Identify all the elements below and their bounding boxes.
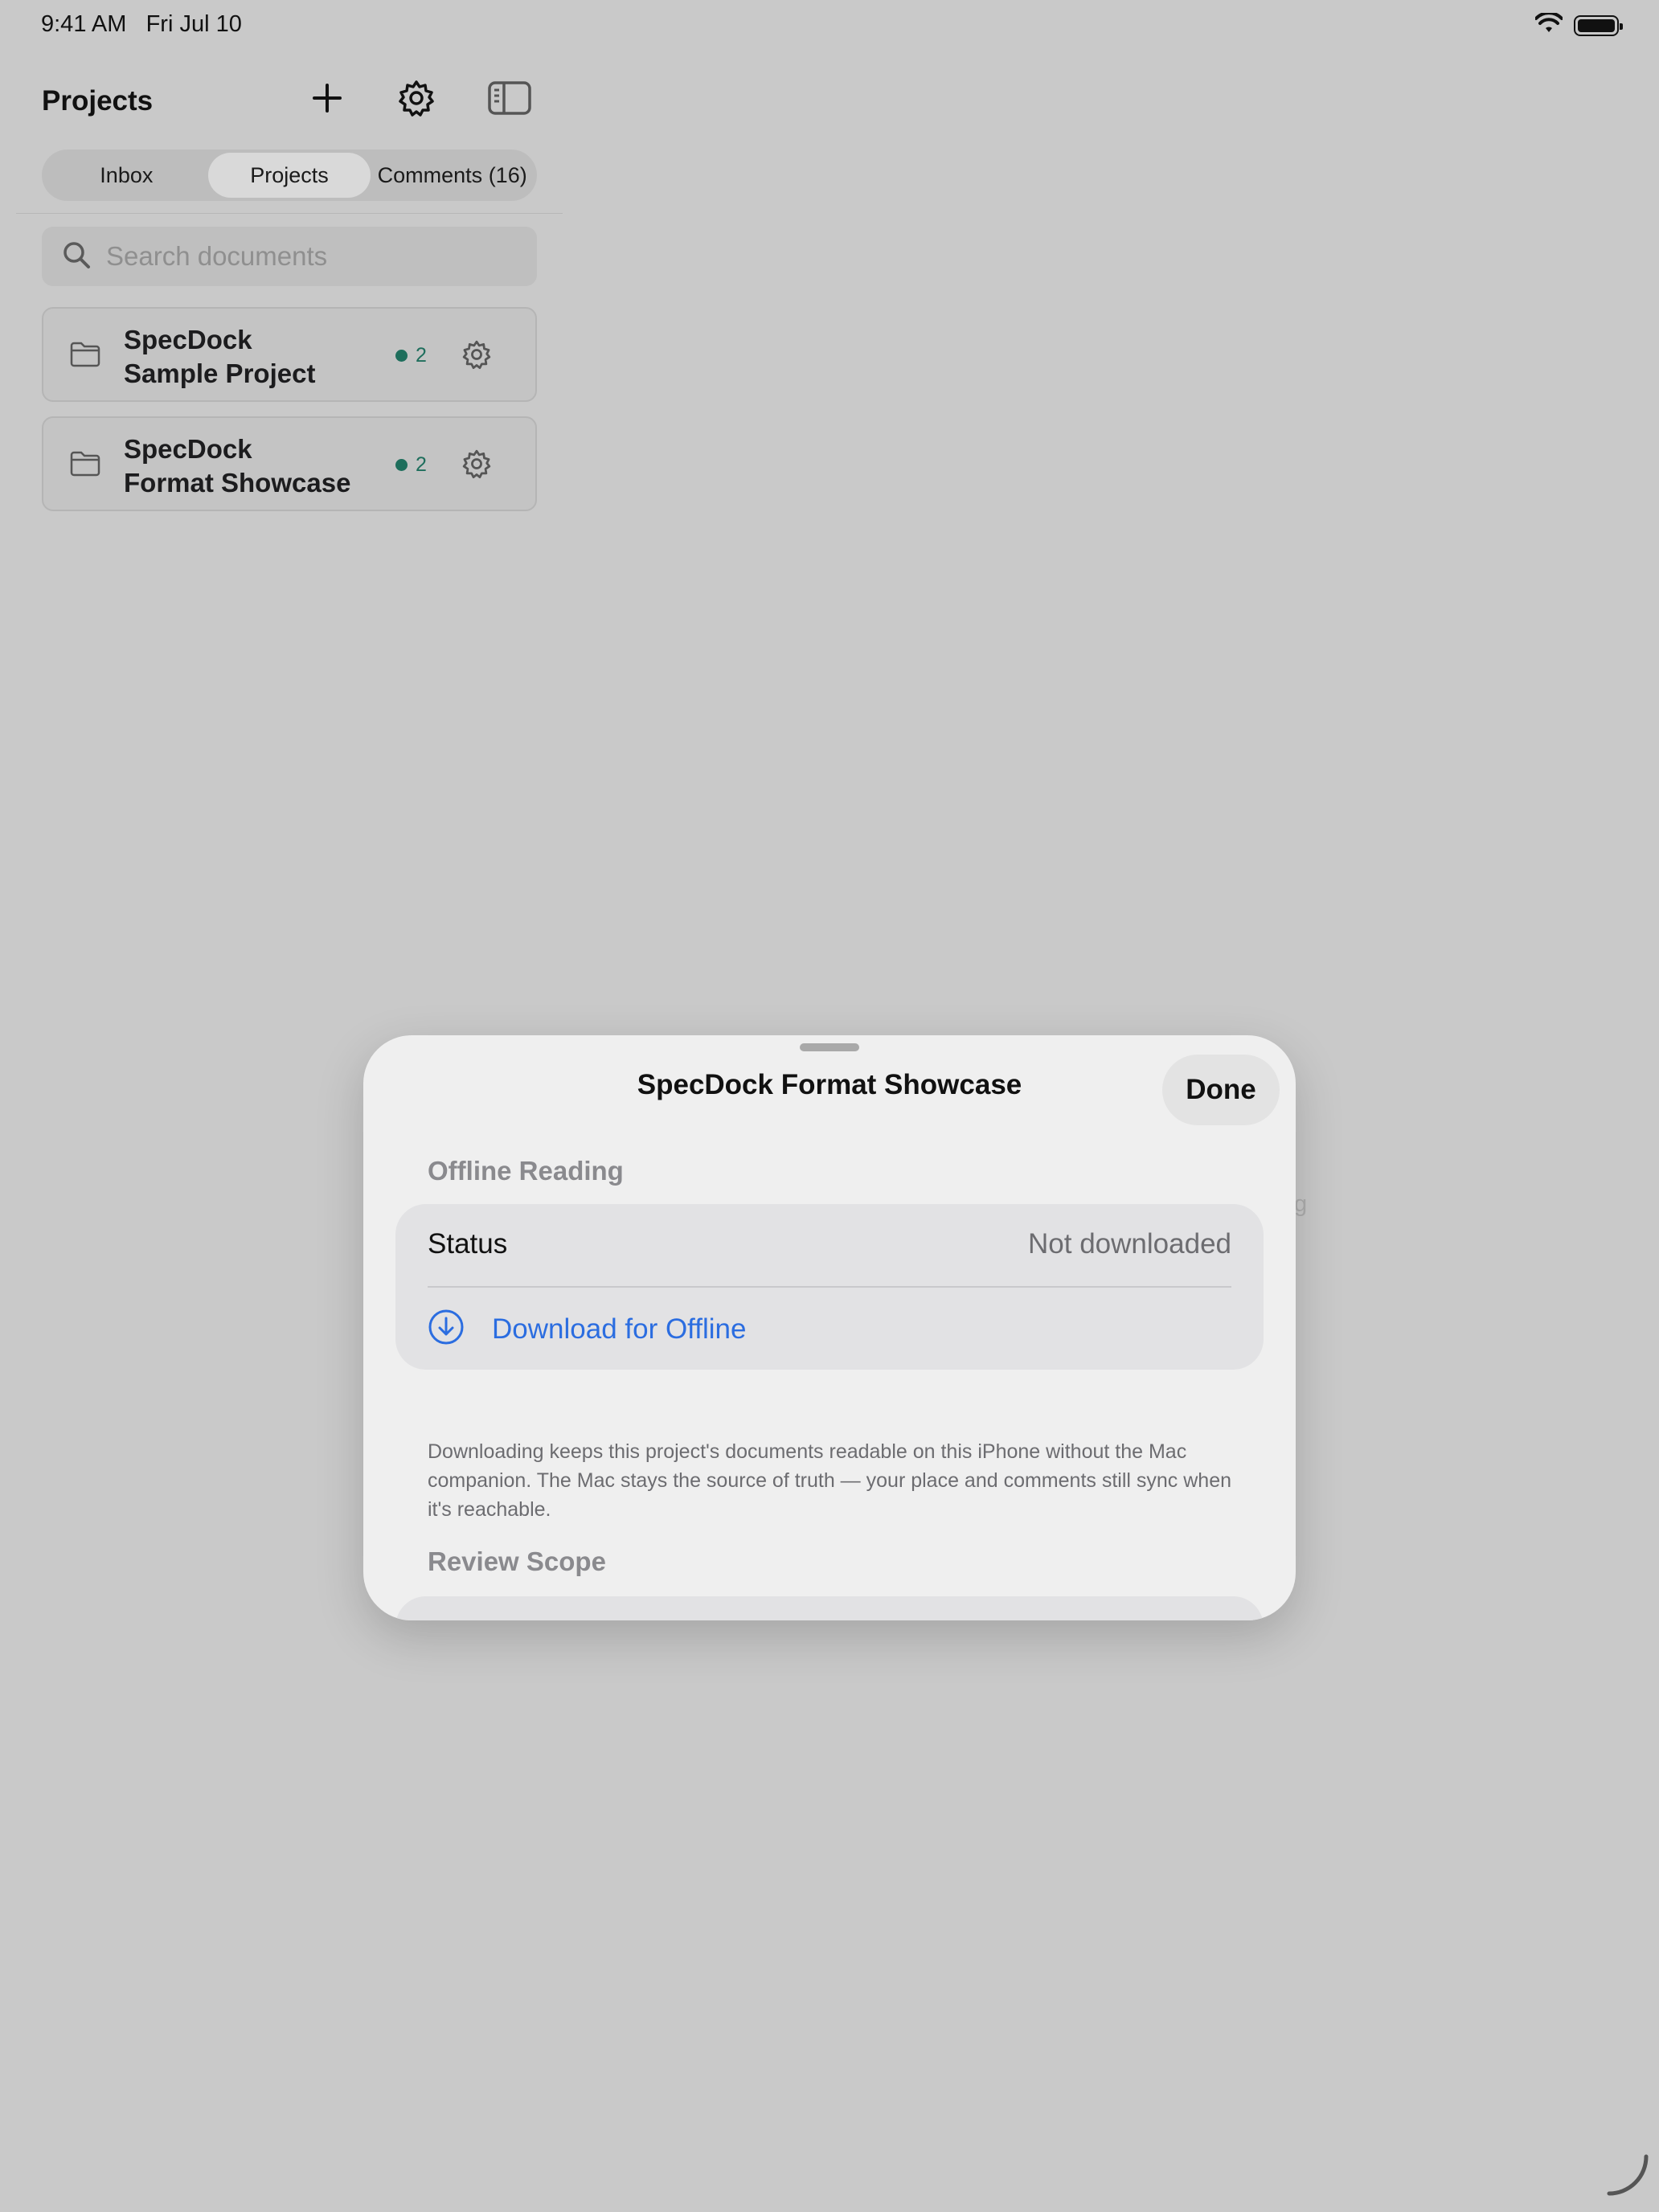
sidebar-header: Projects [42,68,540,132]
status-dot [395,459,408,471]
status-date-text: Fri Jul 10 [145,11,242,37]
status-dot [395,350,408,362]
divider [16,213,563,214]
gear-icon[interactable] [461,339,492,374]
download-circle-icon [428,1309,465,1350]
section-header-offline: Offline Reading [428,1156,624,1186]
segment-inbox[interactable]: Inbox [45,153,208,198]
project-name-line1: SpecDock [124,325,252,354]
status-time: 9:41 AM Fri Jul 10 [41,11,242,38]
project-settings-sheet: SpecDock Format Showcase Done Offline Re… [363,1035,1296,1620]
segmented-control: Inbox Projects Comments (16) [42,150,537,201]
sheet-grabber[interactable] [800,1043,859,1051]
resize-corner-indicator [1603,2150,1651,2202]
sheet-title: SpecDock Format Showcase [637,1069,1022,1100]
search-placeholder: Search documents [106,241,328,271]
gear-icon[interactable] [461,449,492,483]
sidebar-title: Projects [42,85,154,117]
status-value: Not downloaded [1028,1228,1231,1260]
segment-projects[interactable]: Projects [207,153,371,198]
status-bar: 9:41 AM Fri Jul 10 [0,0,1659,51]
wifi-icon [1534,11,1563,38]
app-screen: 9:41 AM Fri Jul 10 Projects Inbox Projec… [0,0,1659,2212]
sidebar-toggle-icon [488,80,531,119]
project-row[interactable]: SpecDock Format Showcase 2 [42,416,537,511]
offline-footnote: Downloading keeps this project's documen… [428,1440,1231,1521]
project-name-line2: Sample Project [124,358,316,388]
download-offline-button[interactable]: Download for Offline [428,1309,746,1350]
settings-button[interactable] [392,76,440,124]
project-row[interactable]: SpecDock Sample Project 2 [42,307,537,402]
project-name-line2: Format Showcase [124,468,351,498]
project-count: 2 [416,453,427,476]
gear-icon [397,79,436,121]
download-label: Download for Offline [492,1313,747,1345]
sidebar-toggle-button[interactable] [485,76,534,124]
project-name-line1: SpecDock [124,434,252,464]
folder-icon [69,450,101,481]
segment-comments[interactable]: Comments (16) [371,153,534,198]
status-label: Status [428,1228,508,1260]
project-badge: 2 [395,344,427,367]
review-scope-group [395,1596,1264,1620]
project-name: SpecDock Sample Project [124,323,315,391]
add-project-button[interactable] [303,76,351,124]
status-time-text: 9:41 AM [41,11,127,37]
status-icons [1534,11,1623,38]
search-icon [61,240,92,274]
offline-reading-group: Status Not downloaded Download for Offli… [395,1204,1264,1370]
section-header-review: Review Scope [428,1546,606,1576]
done-button[interactable]: Done [1162,1055,1280,1125]
battery-icon [1574,14,1623,36]
project-name: SpecDock Format Showcase [124,432,350,500]
project-count: 2 [416,344,427,367]
project-badge: 2 [395,453,427,477]
row-divider [428,1286,1231,1288]
plus-icon [311,82,343,118]
search-input[interactable]: Search documents [42,227,537,286]
folder-icon [69,341,101,372]
